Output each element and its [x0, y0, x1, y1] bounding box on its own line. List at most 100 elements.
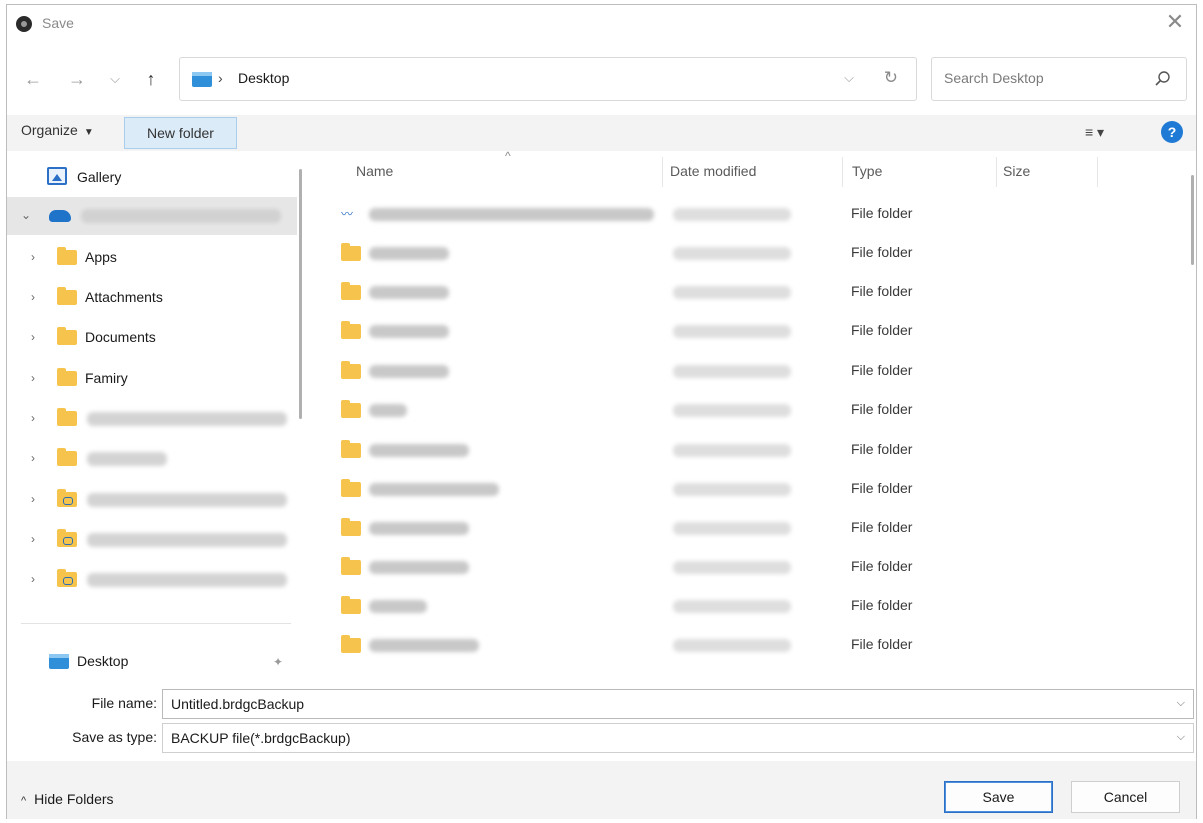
file-row[interactable]: 〰 File folder — [313, 195, 1173, 234]
file-row[interactable]: File folder — [313, 391, 1173, 430]
back-button[interactable]: ← — [21, 67, 45, 91]
hide-folders-label: Hide Folders — [34, 791, 114, 807]
refresh-icon[interactable]: ↻ — [884, 68, 898, 88]
up-button[interactable]: ↑ — [139, 67, 163, 91]
sidebar-item-onedrive[interactable]: ⌄ — [7, 197, 297, 235]
folder-icon — [341, 321, 361, 339]
file-row[interactable]: File folder — [313, 470, 1173, 509]
file-list-scrollbar[interactable] — [1191, 175, 1194, 265]
sidebar-item-redacted[interactable]: › — [7, 400, 297, 438]
forward-button[interactable]: → — [65, 67, 89, 91]
sidebar-item-desktop[interactable]: Desktop — [77, 653, 128, 669]
expand-chevron-icon[interactable]: › — [31, 532, 35, 546]
sidebar-item-famiry[interactable]: › Famiry — [7, 360, 297, 398]
sidebar-item-redacted[interactable]: › — [7, 440, 297, 478]
file-list: ^ Name Date modified Type Size 〰 File fo… — [313, 151, 1198, 681]
file-row[interactable]: File folder — [313, 312, 1173, 351]
file-type: File folder — [851, 244, 913, 260]
file-type: File folder — [851, 401, 913, 417]
redacted-label — [87, 412, 287, 426]
chevron-down-icon[interactable]: ⌵ — [1177, 731, 1185, 744]
breadcrumb-separator: › — [218, 70, 223, 86]
expand-chevron-icon[interactable]: › — [31, 411, 35, 425]
expand-chevron-icon[interactable]: › — [31, 371, 35, 385]
column-header-date[interactable]: Date modified — [670, 163, 756, 179]
sidebar-item-apps[interactable]: › Apps — [7, 239, 297, 277]
redacted-date — [673, 404, 791, 417]
file-row[interactable]: File folder — [313, 352, 1173, 391]
address-dropdown-icon[interactable]: ⌵ — [844, 70, 854, 86]
sidebar-item-label: Attachments — [85, 289, 163, 305]
file-row[interactable]: File folder — [313, 509, 1173, 548]
file-row[interactable]: File folder — [313, 548, 1173, 587]
redacted-label — [87, 493, 287, 507]
expand-chevron-icon[interactable]: › — [31, 330, 35, 344]
file-row[interactable]: File folder — [313, 587, 1173, 626]
sidebar-item-attachments[interactable]: › Attachments — [7, 279, 297, 317]
new-folder-button[interactable]: New folder — [124, 117, 237, 149]
gallery-icon — [47, 167, 67, 185]
hide-folders-button[interactable]: ^ Hide Folders — [21, 791, 114, 807]
file-row[interactable]: File folder — [313, 273, 1173, 312]
search-box[interactable]: Search Desktop — [931, 57, 1187, 101]
shared-folder-icon — [57, 489, 77, 507]
redacted-date — [673, 208, 791, 221]
search-input[interactable]: Search Desktop — [944, 70, 1044, 86]
redacted-name — [369, 208, 654, 221]
folder-icon — [341, 400, 361, 418]
collapse-chevron-icon[interactable]: ⌄ — [21, 208, 31, 222]
organize-button[interactable]: Organize ▼ — [21, 122, 94, 144]
column-divider[interactable] — [996, 157, 997, 187]
expand-chevron-icon[interactable]: › — [31, 290, 35, 304]
sidebar-item-redacted-shared[interactable]: › — [7, 561, 297, 599]
sidebar-item-redacted-shared[interactable]: › — [7, 481, 297, 519]
view-options-button[interactable]: ≡ ▾ — [1085, 124, 1135, 144]
folder-icon — [341, 361, 361, 379]
column-header-name[interactable]: Name — [356, 163, 393, 179]
file-row[interactable]: File folder — [313, 626, 1173, 665]
recent-locations-button[interactable]: ⌵ — [103, 67, 127, 91]
nav-scrollbar[interactable] — [299, 169, 302, 419]
column-header-size[interactable]: Size — [1003, 163, 1030, 179]
expand-chevron-icon[interactable]: › — [31, 250, 35, 264]
column-header-type[interactable]: Type — [852, 163, 882, 179]
expand-chevron-icon[interactable]: › — [31, 451, 35, 465]
chevron-down-icon[interactable]: ⌵ — [1177, 697, 1185, 710]
file-name-label: File name: — [91, 695, 157, 711]
column-divider[interactable] — [842, 157, 843, 187]
file-name-value[interactable]: Untitled.brdgcBackup — [171, 696, 304, 712]
redacted-label — [87, 452, 167, 466]
sidebar-item-redacted-shared[interactable]: › — [7, 521, 297, 559]
save-as-type-select[interactable]: BACKUP file(*.brdgcBackup) ⌵ — [162, 723, 1194, 753]
sidebar-item-label: Documents — [85, 329, 156, 345]
sidebar-item-label: Gallery — [77, 169, 122, 185]
save-dialog: Save ✕ ← → ⌵ ↑ › Desktop ⌵ ↻ Search Desk… — [6, 4, 1197, 819]
breadcrumb-desktop[interactable]: Desktop — [238, 70, 289, 86]
desktop-icon — [49, 654, 69, 669]
cancel-button[interactable]: Cancel — [1071, 781, 1180, 813]
redacted-name — [369, 639, 479, 652]
redacted-label — [81, 209, 281, 223]
onedrive-cloud-icon — [49, 210, 71, 222]
column-divider[interactable] — [1097, 157, 1098, 187]
redacted-date — [673, 522, 791, 535]
file-name-field[interactable]: Untitled.brdgcBackup ⌵ — [162, 689, 1194, 719]
file-type: File folder — [851, 597, 913, 613]
expand-chevron-icon[interactable]: › — [31, 492, 35, 506]
save-as-type-label: Save as type: — [72, 729, 157, 745]
close-button[interactable]: ✕ — [1162, 11, 1188, 35]
expand-chevron-icon[interactable]: › — [31, 572, 35, 586]
file-type: File folder — [851, 322, 913, 338]
help-icon[interactable]: ? — [1161, 121, 1183, 143]
column-divider[interactable] — [662, 157, 663, 187]
file-row[interactable]: File folder — [313, 234, 1173, 273]
folder-icon — [57, 247, 77, 265]
sidebar-item-documents[interactable]: › Documents — [7, 319, 297, 357]
file-row[interactable]: File folder — [313, 431, 1173, 470]
save-button[interactable]: Save — [944, 781, 1053, 813]
sidebar-item-gallery[interactable]: Gallery — [7, 151, 297, 189]
save-as-type-value: BACKUP file(*.brdgcBackup) — [171, 730, 351, 746]
address-bar[interactable]: › Desktop ⌵ ↻ — [179, 57, 917, 101]
folder-icon — [57, 448, 77, 466]
folder-icon — [341, 635, 361, 653]
